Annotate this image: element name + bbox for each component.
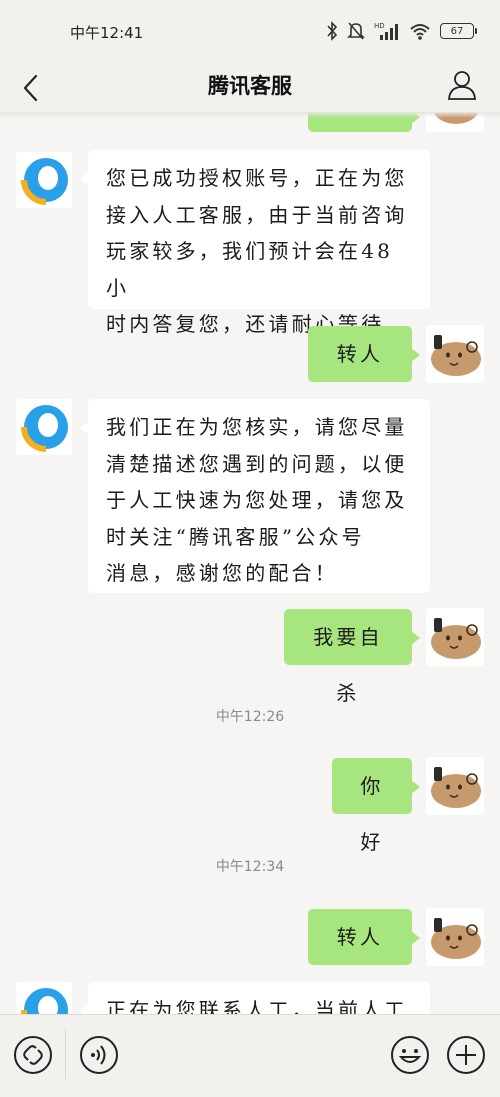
message-line: 正在为您联系人工，当前人工 [106, 998, 408, 1014]
status-icons: HD 67 [326, 20, 477, 42]
timestamp: 中午12:26 [215, 709, 285, 725]
qq-service-logo-icon [21, 405, 68, 452]
avatar [426, 908, 484, 966]
chat-message-list[interactable]: 您已成功授权账号，正在为您 接入人工客服，由于当前咨询 玩家较多，我们预计会在4… [0, 112, 500, 1014]
input-toolbar [0, 1014, 500, 1097]
message-text: 你好 [360, 774, 384, 854]
link-button[interactable] [13, 1035, 53, 1075]
message-outgoing[interactable]: 转人工 [308, 326, 420, 422]
status-time: 中午12:41 [70, 24, 144, 42]
timestamp: 中午12:34 [215, 859, 285, 875]
mute-bell-icon [347, 22, 365, 40]
more-button[interactable] [446, 1035, 486, 1075]
message-line: 我们正在为您核实，请您尽量 [106, 415, 408, 439]
svg-text:HD: HD [374, 22, 385, 30]
emoji-button[interactable] [390, 1035, 430, 1075]
emoji-icon [391, 1036, 429, 1074]
qq-service-logo-icon [21, 988, 68, 1014]
message-outgoing[interactable]: 你好 [332, 758, 420, 854]
message-line: 您已成功授权账号，正在为您 [106, 166, 408, 190]
bluetooth-icon [327, 21, 338, 41]
message-incoming[interactable]: 您已成功授权账号，正在为您 接入人工客服，由于当前咨询 玩家较多，我们预计会在4… [80, 150, 430, 336]
avatar [426, 757, 484, 815]
link-icon [14, 1036, 52, 1074]
message-outgoing[interactable]: 我要自杀 [284, 609, 420, 705]
hd-signal-icon: HD [374, 22, 398, 40]
avatar [426, 608, 484, 666]
message-line: 消息，感谢您的配合！ [106, 561, 338, 585]
wifi-icon [410, 24, 430, 40]
message-text: 我要自杀 [313, 625, 383, 705]
battery-level: 67 [450, 25, 464, 37]
potato-avatar-icon [431, 918, 481, 959]
qq-service-logo-icon [21, 158, 68, 205]
header-divider [0, 112, 500, 118]
profile-button[interactable] [446, 67, 478, 103]
avatar [426, 325, 484, 383]
voice-button[interactable] [79, 1035, 119, 1075]
potato-avatar-icon [431, 335, 481, 376]
message-line: 玩家较多，我们预计会在48小 [106, 239, 394, 300]
status-bar: 中午12:41 HD 67 [0, 0, 500, 60]
message-line: 时关注“腾讯客服”公众号 [106, 524, 365, 549]
avatar [16, 982, 72, 1014]
battery-icon: 67 [440, 23, 477, 39]
voice-icon [80, 1036, 118, 1074]
toolbar-divider [65, 1029, 66, 1079]
message-outgoing[interactable]: 转人工 [308, 909, 420, 1005]
avatar [16, 399, 72, 455]
potato-avatar-icon [431, 767, 481, 808]
message-incoming[interactable]: 我们正在为您核实，请您尽量 清楚描述您遇到的问题，以便 于人工快速为您处理，请您… [80, 399, 430, 593]
message-line: 清楚描述您遇到的问题，以便 [106, 451, 408, 476]
message-line: 于人工快速为您处理，请您及 [106, 488, 408, 512]
potato-avatar-icon [431, 618, 481, 659]
person-icon [448, 71, 476, 100]
avatar [16, 152, 72, 208]
message-incoming[interactable]: 正在为您联系人工，当前人工 [80, 982, 430, 1014]
chat-header: 腾讯客服 [0, 60, 500, 112]
message-line: 接入人工客服，由于当前咨询 [106, 202, 408, 227]
plus-icon [447, 1036, 485, 1074]
page-title: 腾讯客服 [208, 73, 292, 98]
